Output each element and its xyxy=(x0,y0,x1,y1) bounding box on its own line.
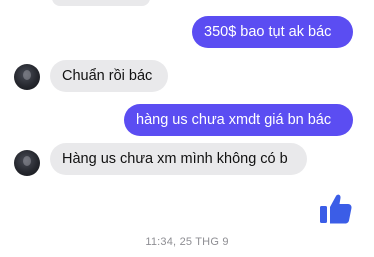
message-bubble-outgoing[interactable]: 350$ bao tụt ak bác xyxy=(192,16,353,48)
message-text: hàng us chưa xmdt giá bn bác xyxy=(136,112,332,128)
message-text: 350$ bao tụt ak bác xyxy=(204,24,332,40)
message-timestamp: 11:34, 25 THG 9 xyxy=(145,236,229,248)
thumbs-up-icon xyxy=(320,194,352,224)
message-text: Chuẩn rồi bác xyxy=(62,68,153,84)
message-text: Hàng us chưa xm mình không có b xyxy=(62,151,288,167)
contact-avatar[interactable] xyxy=(14,150,40,176)
like-button[interactable] xyxy=(318,192,354,226)
contact-avatar[interactable] xyxy=(14,64,40,90)
message-bubble-incoming[interactable]: Chuẩn rồi bác xyxy=(50,60,168,92)
message-bubble-outgoing[interactable]: hàng us chưa xmdt giá bn bác xyxy=(124,104,353,136)
message-bubble-incoming[interactable]: Hàng us chưa xm mình không có b xyxy=(50,143,307,175)
message-bubble-partial xyxy=(52,0,150,6)
